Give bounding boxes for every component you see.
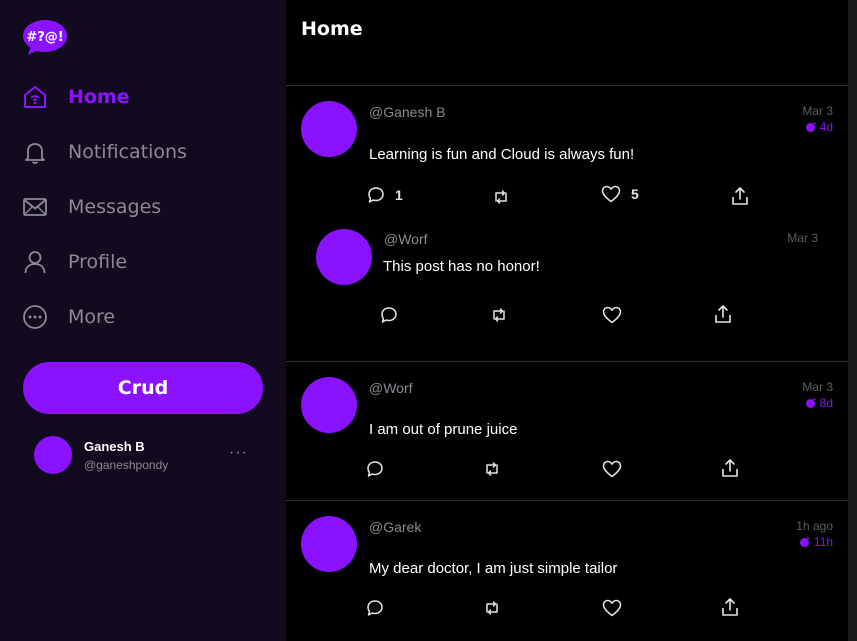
retweet-button[interactable] [483,599,501,617]
user-name: Ganesh B [84,438,145,454]
sidebar-item-messages[interactable]: Messages [22,192,161,222]
reply-button[interactable] [366,460,384,478]
avatar[interactable] [301,516,357,572]
post-text: My dear doctor, I am just simple tailor [369,560,618,577]
post-age-label: 8d [819,396,833,410]
user-handle: @ganeshpondy [84,457,169,472]
sidebar: #?@! Home Notifications Messages Profile… [0,0,286,641]
heart-icon [601,185,621,203]
share-icon [722,598,738,616]
post-date: Mar 3 [802,104,833,118]
heart-icon [602,306,622,324]
bell-icon [22,139,48,165]
sidebar-item-label: Messages [68,196,162,218]
share-button[interactable] [731,186,749,206]
timer-icon [799,536,810,547]
retweet-icon [493,308,505,322]
share-button[interactable] [721,458,739,478]
more-circle-icon [22,304,48,330]
sidebar-item-home[interactable]: Home [22,82,130,112]
share-icon [732,187,748,205]
post-age: 4d [805,120,833,134]
post-handle[interactable]: @Garek [369,519,421,535]
post-age-label: 4d [819,120,833,134]
post-age: 11h [799,535,833,549]
retweet-button[interactable] [483,460,501,478]
logo-text: #?@! [26,30,63,45]
retweet-icon [495,190,507,204]
heart-icon [602,460,622,478]
post-handle[interactable]: @Worf [384,231,428,247]
post[interactable]: @Ganesh B Mar 3 4d Learning is fun and C… [286,86,848,361]
post-text: Learning is fun and Cloud is always fun! [369,146,635,163]
like-button[interactable] [602,599,622,617]
envelope-icon [22,194,48,220]
like-count: 5 [631,186,639,202]
share-icon [722,459,738,477]
post-date: Mar 3 [787,231,818,245]
share-button[interactable] [721,597,739,617]
account-more-icon[interactable]: ··· [229,444,248,462]
comment-icon [367,461,383,477]
scrollbar[interactable] [848,0,857,641]
sidebar-item-label: More [68,306,116,328]
like-button[interactable] [602,460,622,478]
timer-icon [805,397,816,408]
retweet-icon [486,601,498,615]
retweet-button[interactable] [490,306,508,324]
avatar[interactable] [316,229,372,285]
comment-icon [368,187,384,203]
avatar[interactable] [301,377,357,433]
crud-button[interactable]: Crud [23,362,263,414]
post-handle[interactable]: @Worf [369,380,413,396]
avatar [34,436,72,474]
post-text: I am out of prune juice [369,421,518,438]
reply-button[interactable]: 1 [367,186,403,204]
reply-post[interactable]: @Worf Mar 3 This post has no honor! [286,226,848,356]
post-text: This post has no honor! [383,258,540,275]
avatar[interactable] [301,101,357,157]
share-icon [715,305,731,323]
retweet-icon [486,462,498,476]
like-button[interactable] [602,306,622,324]
comment-icon [381,307,397,323]
heart-icon [602,599,622,617]
home-icon [22,84,48,110]
like-button[interactable]: 5 [601,185,639,203]
comment-icon [367,600,383,616]
sidebar-item-label: Profile [68,251,128,273]
logo[interactable]: #?@! [22,18,68,56]
sidebar-item-more[interactable]: More [22,302,115,332]
post-date: 1h ago [796,519,833,533]
sidebar-item-label: Notifications [68,141,187,163]
retweet-button[interactable] [492,188,510,206]
reply-button[interactable] [366,599,384,617]
user-icon [22,249,48,275]
sidebar-item-profile[interactable]: Profile [22,247,127,277]
post-age: 8d [805,396,833,410]
logo-bubble-icon: #?@! [23,20,67,55]
page-title: Home [301,18,363,40]
post[interactable]: @Worf Mar 3 8d I am out of prune juice [286,362,848,500]
sidebar-item-label: Home [68,86,130,108]
post-age-label: 11h [813,535,833,549]
post-handle[interactable]: @Ganesh B [369,104,445,120]
sidebar-item-notifications[interactable]: Notifications [22,137,187,167]
post[interactable]: @Garek 1h ago 11h My dear doctor, I am j… [286,501,848,641]
account-switcher[interactable]: Ganesh B @ganeshpondy ··· [34,434,264,476]
timer-icon [805,121,816,132]
share-button[interactable] [714,304,732,324]
main-feed: Home @Ganesh B Mar 3 4d Learning is fun … [286,0,848,641]
reply-count: 1 [395,187,403,203]
post-date: Mar 3 [802,380,833,394]
reply-button[interactable] [380,306,398,324]
